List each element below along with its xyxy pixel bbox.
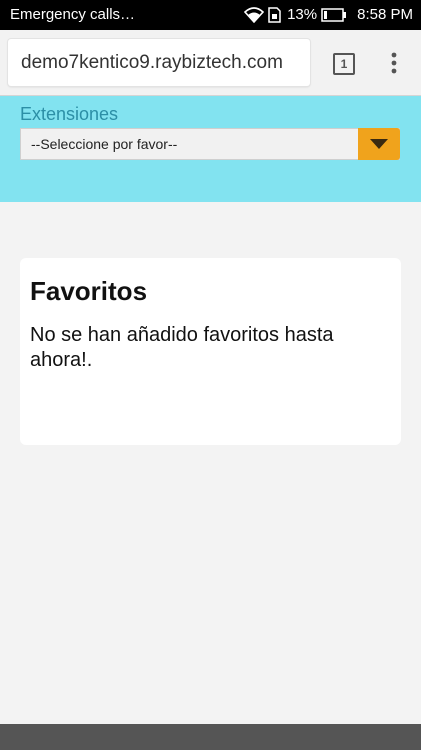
status-bar: Emergency calls… 13% 8:58 PM — [0, 0, 421, 30]
extensions-select[interactable]: --Seleccione por favor-- — [20, 128, 400, 160]
url-text: demo7kentico9.raybiztech.com — [21, 51, 283, 73]
battery-icon — [321, 7, 347, 22]
overflow-menu-icon[interactable] — [385, 50, 403, 76]
carrier-text: Emergency calls… — [10, 6, 136, 23]
address-bar[interactable]: demo7kentico9.raybiztech.com — [8, 39, 310, 86]
bottom-bar — [0, 724, 421, 750]
tab-count-label: 1 — [340, 57, 348, 71]
extensions-panel: Extensiones --Seleccione por favor-- — [0, 96, 421, 202]
browser-toolbar: demo7kentico9.raybiztech.com 1 — [0, 30, 421, 96]
caret-down-icon — [370, 139, 388, 149]
favorites-title: Favoritos — [30, 276, 148, 306]
favorites-empty-message: No se han añadido favoritos hasta ahora!… — [30, 324, 334, 371]
status-icons: 13% 8:58 PM — [244, 6, 413, 23]
wifi-icon — [244, 6, 265, 23]
battery-percent: 13% — [287, 6, 318, 23]
dropdown-button[interactable] — [358, 128, 400, 160]
clock: 8:58 PM — [357, 6, 413, 23]
extensions-selected-value: --Seleccione por favor-- — [31, 136, 178, 152]
tab-switcher-button[interactable]: 1 — [333, 53, 355, 75]
favorites-card: Favoritos No se han añadido favoritos ha… — [20, 258, 401, 445]
sim-icon — [268, 6, 281, 23]
extensions-label: Extensiones — [20, 104, 119, 124]
